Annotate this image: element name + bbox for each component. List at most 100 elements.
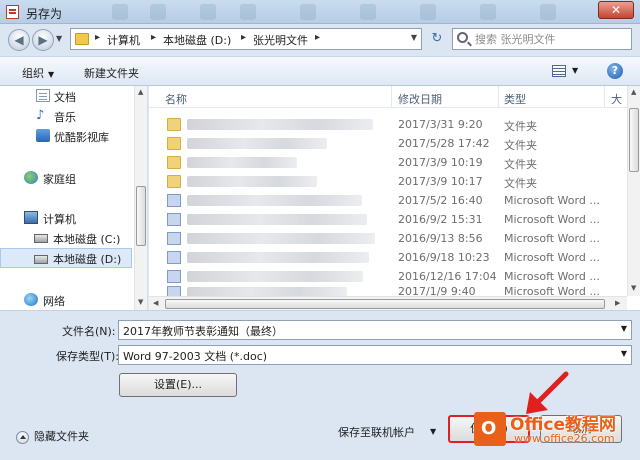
scroll-up-icon[interactable]: ▲ [138,88,143,96]
file-date: 2017/3/31 9:20 [398,118,483,131]
nav-item-documents[interactable]: 文档 [0,86,132,106]
new-folder-button[interactable]: 新建文件夹 [84,65,139,81]
blurred-filename [187,195,362,206]
view-options-icon[interactable] [552,65,566,77]
scroll-right-icon[interactable]: ▶ [615,299,620,307]
drive-icon [34,234,48,243]
nav-item-label: 优酷影视库 [54,131,109,144]
file-row[interactable]: 2016/9/13 8:56 Microsoft Word ... [149,229,627,248]
nav-item-network[interactable]: 网络 [0,290,132,310]
file-type: Microsoft Word ... [504,270,600,283]
breadcrumb-separator-icon[interactable]: ▸ [95,32,100,43]
file-row[interactable]: 2017/3/9 10:17 文件夹 [149,172,627,191]
folder-icon [167,137,181,150]
watermark-url: www.office26.com [514,432,615,445]
file-date: 2017/5/2 16:40 [398,194,483,207]
scroll-thumb[interactable] [165,299,605,309]
chevron-down-icon[interactable]: ▼ [621,349,627,358]
file-row[interactable]: 2017/5/28 17:42 文件夹 [149,134,627,153]
music-icon: ♪ [36,108,45,123]
file-list-horizontal-scrollbar[interactable]: ◀ ▶ [149,296,627,310]
file-row[interactable]: 2017/3/31 9:20 文件夹 [149,115,627,134]
column-divider[interactable] [604,86,605,108]
scroll-down-icon[interactable]: ▼ [138,298,143,306]
nav-item-label: 本地磁盘 (D:) [53,253,122,266]
breadcrumb-separator-icon[interactable]: ▸ [315,32,320,43]
address-bar[interactable]: ▸ 计算机 ▸ 本地磁盘 (D:) ▸ 张光明文件 ▸ ▼ [70,28,422,50]
blurred-filename [187,252,369,263]
file-row[interactable]: 2017/3/9 10:19 文件夹 [149,153,627,172]
nav-item-music[interactable]: ♪ 音乐 [0,106,132,126]
office-logo-icon [474,412,506,446]
breadcrumb-drive-d[interactable]: 本地磁盘 (D:) [163,32,231,48]
blurred-filename [187,233,375,244]
folder-icon [167,175,181,188]
blurred-filename [187,214,367,225]
filename-field[interactable]: 2017年教师节表彰通知（最终） ▼ [118,320,632,340]
back-button[interactable]: ◀ [8,29,30,51]
file-row[interactable]: 2016/9/2 15:31 Microsoft Word ... [149,210,627,229]
file-type: 文件夹 [504,120,537,133]
organize-menu[interactable]: 组织 ▼ [22,65,54,81]
scroll-thumb[interactable] [629,108,639,172]
file-row[interactable]: 2017/1/9 9:40 Microsoft Word ... [149,284,627,296]
file-list-vertical-scrollbar[interactable]: ▲ ▼ [627,86,640,296]
file-date: 2017/1/9 9:40 [398,285,476,296]
file-type: 文件夹 [504,158,537,171]
nav-item-homegroup[interactable]: 家庭组 [0,168,132,188]
file-row[interactable]: 2017/5/2 16:40 Microsoft Word ... [149,191,627,210]
network-icon [24,293,38,306]
folder-icon [167,156,181,169]
background-toolbar-icon [540,4,556,20]
refresh-icon[interactable]: ↻ [426,30,448,50]
file-row[interactable]: 2016/9/18 10:23 Microsoft Word ... [149,248,627,267]
breadcrumb-computer[interactable]: 计算机 [107,32,140,48]
scroll-up-icon[interactable]: ▲ [631,88,636,96]
scroll-thumb[interactable] [136,186,146,246]
column-type[interactable]: 类型 [504,91,526,107]
document-icon [36,89,50,102]
breadcrumb-folder[interactable]: 张光明文件 [253,32,308,48]
scroll-down-icon[interactable]: ▼ [631,284,636,292]
search-box[interactable] [452,28,632,50]
close-button[interactable]: ✕ [598,1,634,19]
chevron-down-icon[interactable]: ▼ [621,324,627,333]
help-icon[interactable]: ? [607,63,623,79]
scroll-left-icon[interactable]: ◀ [153,299,158,307]
nav-scrollbar[interactable]: ▲ ▼ [134,86,147,310]
background-toolbar-icon [200,4,216,20]
nav-item-label: 音乐 [54,111,76,124]
blurred-filename [187,176,317,187]
nav-item-video-library[interactable]: 优酷影视库 [0,126,132,146]
recent-pages-dropdown-icon[interactable]: ▼ [56,34,66,46]
column-divider[interactable] [391,86,392,108]
hide-folders-toggle[interactable]: 隐藏文件夹 [16,428,89,444]
window-title: 另存为 [26,7,63,21]
view-dropdown-icon[interactable]: ▼ [572,66,578,75]
file-type: Microsoft Word ... [504,194,600,207]
word-document-icon [167,251,181,264]
background-toolbar-icon [360,4,376,20]
column-date[interactable]: 修改日期 [398,91,442,107]
nav-item-computer[interactable]: 计算机 [0,208,132,228]
file-type: Microsoft Word ... [504,251,600,264]
column-divider[interactable] [498,86,499,108]
breadcrumb-separator-icon[interactable]: ▸ [241,32,246,43]
nav-item-drive-c[interactable]: 本地磁盘 (C:) [0,228,132,248]
background-toolbar-icon [300,4,316,20]
column-size[interactable]: 大 [611,91,622,107]
settings-button[interactable]: 设置(E)... [119,373,237,397]
search-input[interactable] [475,31,625,47]
file-date: 2016/9/18 10:23 [398,251,490,264]
save-online-dropdown-icon[interactable]: ▼ [430,427,436,436]
forward-button[interactable]: ▶ [32,29,54,51]
nav-item-drive-d[interactable]: 本地磁盘 (D:) [0,248,132,268]
chevron-up-icon [16,430,29,444]
breadcrumb-separator-icon[interactable]: ▸ [151,32,156,43]
address-dropdown-icon[interactable]: ▼ [411,33,417,42]
save-online-account[interactable]: 保存至联机帐户 [338,424,415,440]
column-name[interactable]: 名称 [165,91,187,107]
file-list: 名称 修改日期 类型 大 2017/3/31 9:20 文件夹 2017/5/2… [149,86,640,310]
filetype-select[interactable]: Word 97-2003 文档 (*.doc) ▼ [118,345,632,365]
organize-label: 组织 [22,67,44,80]
